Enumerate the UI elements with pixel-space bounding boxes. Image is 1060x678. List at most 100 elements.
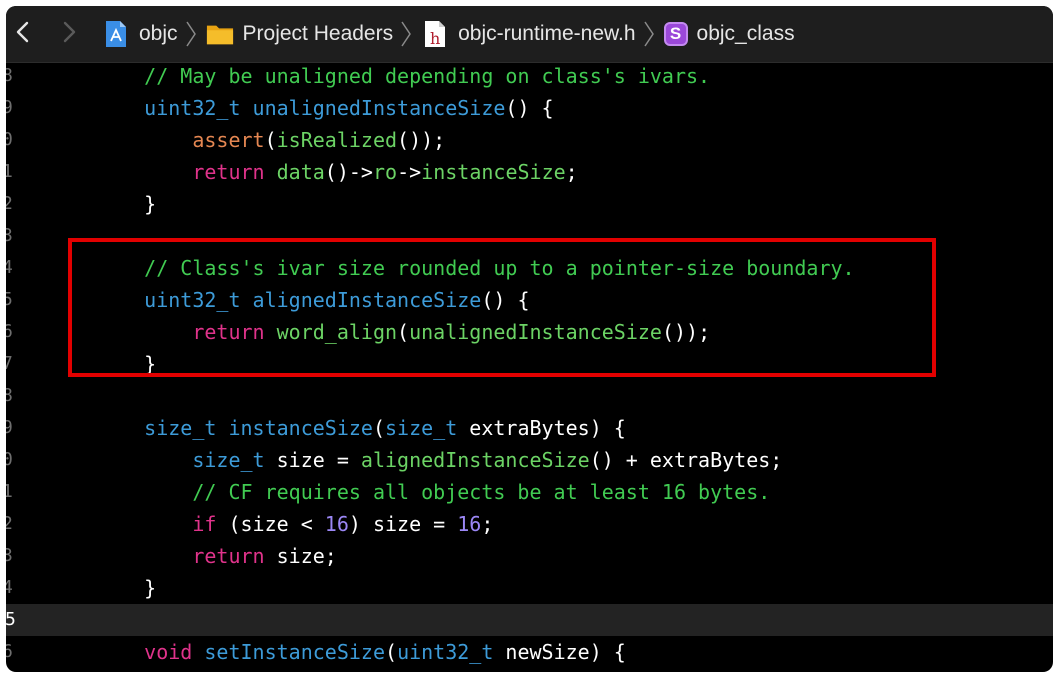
code-text: if (size < 16) size = 16; (96, 508, 493, 540)
breadcrumb-item-file[interactable]: h objc-runtime-new.h (421, 20, 636, 48)
breadcrumb-label: objc (139, 22, 178, 45)
code-token: ; (481, 512, 494, 536)
code-token: } (96, 576, 157, 600)
line-number: 9 (6, 417, 13, 438)
code-line[interactable]: 4 // Class's ivar size rounded up to a p… (6, 252, 1053, 284)
code-line[interactable]: 6 void setInstanceSize(uint32_t newSize)… (6, 636, 1053, 668)
line-number: 0 (6, 449, 13, 470)
code-line[interactable]: 2 if (size < 16) size = 16; (6, 508, 1053, 540)
line-number: 6 (6, 321, 13, 342)
header-file-icon: h (421, 20, 449, 48)
code-token: uint32_t (144, 96, 241, 120)
code-line[interactable]: 0 size_t size = alignedInstanceSize() + … (6, 444, 1053, 476)
code-token: return (192, 320, 265, 344)
xcode-editor-window: objc Project Headers h objc-runtime-new.… (6, 6, 1053, 672)
xcode-project-icon (102, 20, 130, 48)
code-text: } (96, 348, 156, 380)
code-line[interactable]: 3 return size; (6, 540, 1053, 572)
code-line[interactable]: 7 assert(isRealized()); (6, 668, 1053, 672)
code-token: isRealized (276, 128, 398, 152)
code-line[interactable]: 8 // May be unaligned depending on class… (6, 62, 1053, 92)
code-token: ()); (397, 128, 446, 152)
chevron-left-icon[interactable] (12, 20, 36, 44)
code-line[interactable]: 8 (6, 380, 1053, 412)
code-token: 16 (457, 512, 482, 536)
code-text: // Class's ivar size rounded up to a poi… (96, 252, 854, 284)
code-token: size; (264, 544, 337, 568)
code-token: unalignedInstanceSize (252, 96, 506, 120)
code-line[interactable]: 9 size_t instanceSize(size_t extraBytes)… (6, 412, 1053, 444)
code-line[interactable]: 3 (6, 220, 1053, 252)
svg-text:h: h (430, 29, 440, 48)
code-token: ro (372, 160, 398, 184)
line-number: 3 (6, 225, 13, 246)
folder-icon (206, 20, 234, 48)
code-token: ) size = (348, 512, 458, 536)
code-token: return (192, 160, 265, 184)
code-token: uint32_t (397, 640, 494, 664)
breadcrumb-item-symbol[interactable]: S objc_class (663, 22, 795, 46)
code-token: unalignedInstanceSize (409, 320, 662, 344)
breadcrumb-label: objc_class (696, 22, 795, 45)
code-line[interactable]: 1 // CF requires all objects be at least… (6, 476, 1053, 508)
code-token: word_align (276, 320, 398, 344)
breadcrumb-label: objc-runtime-new.h (458, 22, 636, 45)
code-line[interactable]: 1 return data()->ro->instanceSize; (6, 156, 1053, 188)
line-number: 5 (6, 289, 13, 310)
code-token: ; (565, 160, 578, 184)
code-token: ( (372, 416, 386, 440)
line-number: 2 (6, 513, 13, 534)
code-text: } (96, 188, 156, 220)
chevron-right-icon[interactable] (56, 20, 80, 44)
code-token: // May be unaligned depending on class's… (144, 64, 711, 88)
code-line[interactable]: 6 return word_align(unalignedInstanceSiz… (6, 316, 1053, 348)
line-number: 8 (6, 385, 13, 406)
code-token: ()-> (324, 160, 373, 184)
code-text: void setInstanceSize(uint32_t newSize) { (96, 636, 626, 668)
code-line[interactable]: 5 uint32_t alignedInstanceSize() { (6, 284, 1053, 316)
line-number: 9 (6, 97, 13, 118)
line-number: 0 (6, 129, 13, 150)
line-number: 3 (6, 545, 13, 566)
code-line[interactable]: 5 (6, 604, 1053, 636)
code-token: alignedInstanceSize (252, 288, 482, 312)
code-token: data (276, 160, 325, 184)
code-line[interactable]: 7 } (6, 348, 1053, 380)
line-number: 8 (6, 65, 13, 86)
breadcrumb-label: Project Headers (242, 22, 394, 45)
code-line[interactable]: 9 uint32_t unalignedInstanceSize() { (6, 92, 1053, 124)
code-text: return data()->ro->instanceSize; (96, 156, 578, 188)
code-token: } (96, 352, 157, 376)
breadcrumb: objc Project Headers h objc-runtime-new.… (102, 6, 795, 62)
breadcrumb-item-group[interactable]: Project Headers (206, 20, 394, 48)
source-editor[interactable]: 7 assert(isRealized());6 void setInstanc… (6, 62, 1053, 672)
code-token: size_t (385, 416, 458, 440)
code-text: uint32_t unalignedInstanceSize() { (96, 92, 553, 124)
code-text: assert(isRealized()); (96, 668, 445, 672)
breadcrumb-item-project[interactable]: objc (102, 20, 178, 48)
line-number: 6 (6, 641, 13, 662)
code-token: (size < (216, 512, 325, 536)
code-text: assert(isRealized()); (96, 124, 445, 156)
code-token: if (192, 512, 217, 536)
code-line[interactable]: 2 } (6, 188, 1053, 220)
code-token: size_t (192, 448, 265, 472)
line-number: 4 (6, 257, 13, 278)
breadcrumb-separator-icon (184, 19, 198, 49)
code-line[interactable]: 0 assert(isRealized()); (6, 124, 1053, 156)
code-line[interactable]: 4 } (6, 572, 1053, 604)
code-token: instanceSize (421, 160, 566, 184)
code-text: size_t size = alignedInstanceSize() + ex… (96, 444, 782, 476)
